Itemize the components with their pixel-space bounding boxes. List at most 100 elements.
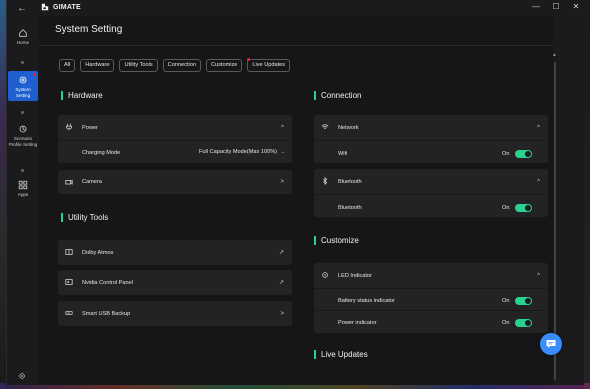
sidebar-item-apps[interactable]: Apps xyxy=(8,180,38,198)
chip-utility-tools[interactable]: Utility Tools xyxy=(119,59,158,72)
dolby-label: Dolby Atmos xyxy=(82,249,114,256)
minimize-button[interactable]: — xyxy=(530,2,542,11)
led-row[interactable]: LED Indicator ^ xyxy=(314,263,548,288)
sidebar-separator xyxy=(21,169,24,172)
nvidia-label: Nvidia Control Panel xyxy=(82,279,133,286)
chevron-right-icon: > xyxy=(280,179,284,185)
collapse-chevron-icon[interactable]: ^ xyxy=(537,125,540,131)
battery-indicator-label: Battery status indicator xyxy=(338,298,395,304)
chevron-right-icon: > xyxy=(280,310,284,317)
charging-mode-select[interactable]: Full Capacity Mode(Max 100%) ⌄ xyxy=(196,147,288,158)
row-divider xyxy=(314,194,548,195)
chat-bubble-icon xyxy=(546,340,556,348)
bluetooth-card: Bluetooth ^ Bluetooth On xyxy=(314,169,548,217)
dolby-card[interactable]: Dolby Atmos ↗ xyxy=(58,240,292,265)
section-title-live-updates: Live Updates xyxy=(314,350,368,359)
section-title-connection: Connection xyxy=(314,91,361,100)
power-indicator-toggle[interactable] xyxy=(515,319,532,327)
camera-card[interactable]: Camera > xyxy=(58,170,292,194)
app-window: ← GIMATE — ☐ ✕ Home System Setting Scena… xyxy=(6,0,584,385)
power-plug-icon xyxy=(66,123,72,131)
bluetooth-icon xyxy=(323,177,328,185)
sidebar-separator xyxy=(21,111,24,114)
row-divider xyxy=(58,140,292,141)
collapse-chevron-icon[interactable]: ^ xyxy=(281,125,284,131)
dolby-row[interactable]: Dolby Atmos ↗ xyxy=(58,240,292,265)
section-title-utility-tools: Utility Tools xyxy=(61,213,108,222)
wifi-icon xyxy=(321,124,329,129)
row-divider xyxy=(314,140,548,141)
power-row[interactable]: Power ^ xyxy=(58,115,292,140)
charging-mode-label: Charging Mode xyxy=(82,150,121,156)
chip-label: Live Updates xyxy=(252,62,286,68)
wifi-state: On xyxy=(502,151,510,157)
external-link-icon: ↗ xyxy=(278,280,284,286)
home-icon xyxy=(19,29,27,37)
category-filter: All Hardware Utility Tools Connection Cu… xyxy=(59,58,291,72)
network-card: Network ^ Wifi On xyxy=(314,115,548,163)
bluetooth-label: Bluetooth xyxy=(338,178,362,185)
nvidia-icon xyxy=(65,279,73,285)
main-content: System Setting All Hardware Utility Tool… xyxy=(39,16,557,385)
sidebar-item-system-setting[interactable]: System Setting xyxy=(8,71,38,101)
external-link-icon: ↗ xyxy=(278,250,284,256)
usb-backup-row[interactable]: Smart USB Backup > xyxy=(58,301,292,326)
usb-backup-label: Smart USB Backup xyxy=(82,310,131,317)
nvidia-card[interactable]: Nvidia Control Panel ↗ xyxy=(58,270,292,295)
header-divider xyxy=(39,45,553,46)
sidebar-item-label: Apps xyxy=(17,192,29,197)
collapse-chevron-icon[interactable]: ^ xyxy=(537,273,540,279)
scroll-up-icon[interactable]: ▲ xyxy=(552,52,557,58)
led-icon xyxy=(322,272,328,278)
chip-all[interactable]: All xyxy=(59,59,76,72)
led-label: LED Indicator xyxy=(338,272,372,279)
bluetooth-setting-label: Bluetooth xyxy=(338,205,362,211)
camera-label: Camera xyxy=(82,179,102,185)
led-card: LED Indicator ^ Battery status indicator… xyxy=(314,263,548,333)
maximize-button[interactable]: ☐ xyxy=(550,2,562,11)
wifi-toggle[interactable] xyxy=(515,150,532,158)
chevron-down-icon: ⌄ xyxy=(280,149,285,155)
chip-connection[interactable]: Connection xyxy=(162,59,201,72)
chat-support-button[interactable] xyxy=(540,333,562,355)
app-brand-name: GIMATE xyxy=(53,3,81,11)
power-card: Power ^ Charging Mode Full Capacity Mode… xyxy=(58,115,292,163)
battery-indicator-toggle[interactable] xyxy=(515,297,532,305)
settings-icon xyxy=(19,76,27,84)
settings-gear-icon[interactable] xyxy=(18,372,26,380)
usb-backup-card[interactable]: Smart USB Backup > xyxy=(58,301,292,326)
chip-customize[interactable]: Customize xyxy=(205,59,243,72)
notification-dot xyxy=(33,73,36,76)
chip-hardware[interactable]: Hardware xyxy=(80,59,115,72)
sidebar-item-label: Home xyxy=(16,40,30,45)
sidebar-item-scenario-profile[interactable]: Scenario Profile Setting xyxy=(8,124,38,147)
apps-icon xyxy=(18,180,28,190)
scrollbar[interactable] xyxy=(554,62,556,380)
title-bar: ← GIMATE — ☐ ✕ xyxy=(7,0,585,16)
power-indicator-state: On xyxy=(502,320,510,326)
nvidia-row[interactable]: Nvidia Control Panel ↗ xyxy=(58,270,292,295)
back-button[interactable]: ← xyxy=(17,3,27,14)
usb-icon xyxy=(65,311,73,315)
row-divider xyxy=(314,310,548,311)
sidebar-item-label: System Setting xyxy=(15,87,31,98)
scenario-icon xyxy=(19,125,27,133)
sidebar-separator xyxy=(21,61,24,64)
screen: ← GIMATE — ☐ ✕ Home System Setting Scena… xyxy=(0,0,590,389)
wifi-label: Wifi xyxy=(338,151,348,157)
bluetooth-toggle[interactable] xyxy=(515,204,532,212)
collapse-chevron-icon[interactable]: ^ xyxy=(537,179,540,185)
camera-icon xyxy=(65,179,73,185)
section-title-customize: Customize xyxy=(314,236,359,245)
row-divider xyxy=(314,288,548,289)
section-title-hardware: Hardware xyxy=(61,91,103,100)
close-button[interactable]: ✕ xyxy=(570,2,582,11)
network-label: Network xyxy=(338,124,359,131)
bluetooth-row[interactable]: Bluetooth ^ xyxy=(314,169,548,194)
camera-row[interactable]: Camera > xyxy=(58,170,292,194)
sidebar-item-label: Scenario Profile Setting xyxy=(8,136,38,147)
chip-live-updates[interactable]: Live Updates xyxy=(247,58,291,72)
sidebar-item-home[interactable]: Home xyxy=(8,28,38,46)
brand: GIMATE xyxy=(41,3,81,11)
network-row[interactable]: Network ^ xyxy=(314,115,548,140)
